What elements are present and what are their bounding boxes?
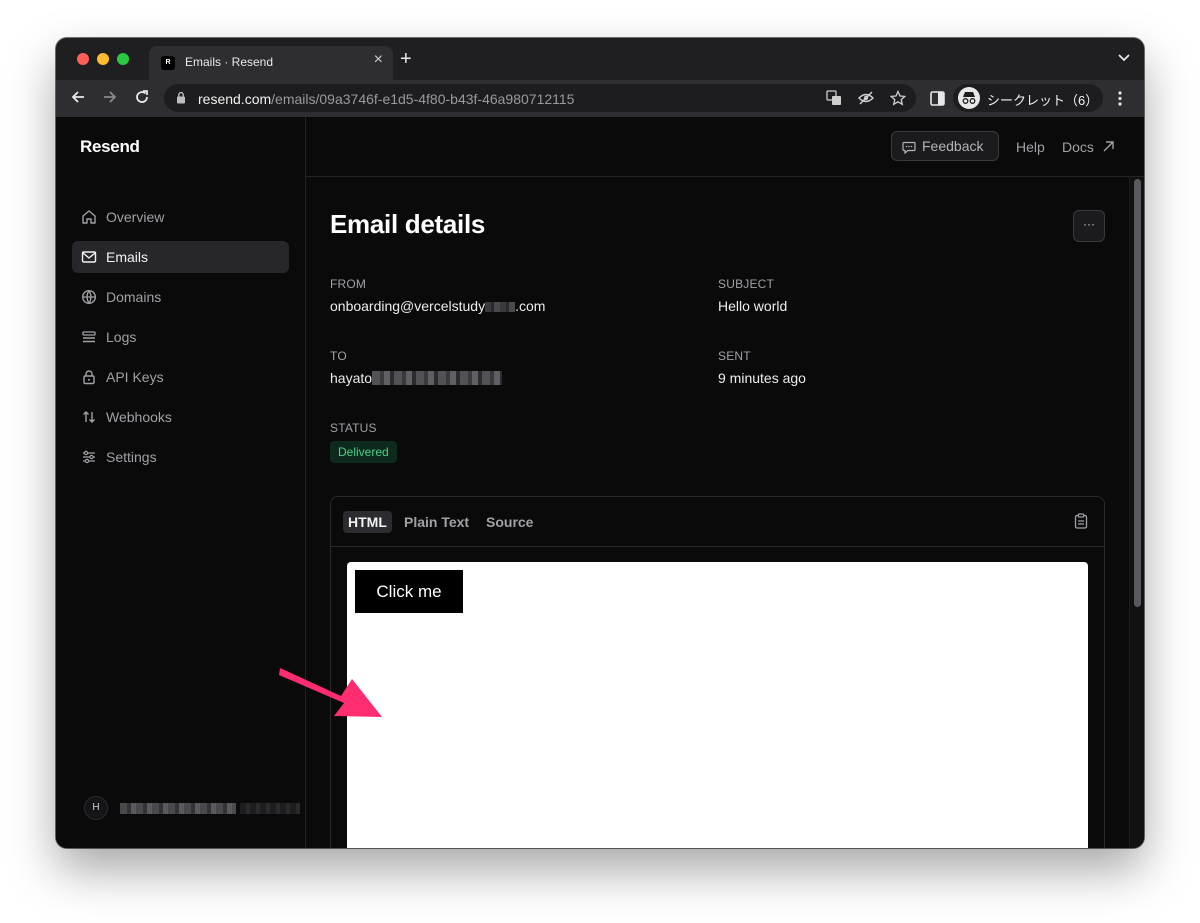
home-icon xyxy=(82,210,96,224)
lock-icon xyxy=(177,91,185,104)
more-options-button[interactable]: ··· xyxy=(1073,210,1105,242)
sidebar-item-label: Settings xyxy=(106,449,157,465)
sidebar-item-label: Domains xyxy=(106,289,162,305)
feedback-label: Feedback xyxy=(922,138,984,154)
star-icon[interactable] xyxy=(890,90,906,106)
reload-icon[interactable] xyxy=(134,89,150,105)
scrollbar[interactable] xyxy=(1129,177,1144,848)
browser-window: R Emails · Resend × + resend.com/emails/… xyxy=(56,38,1144,848)
feedback-button[interactable]: Feedback xyxy=(891,131,999,161)
sliders-icon xyxy=(83,450,95,464)
new-tab-icon[interactable]: + xyxy=(400,49,412,69)
scrollbar-thumb[interactable] xyxy=(1134,179,1141,607)
forward-arrow-icon[interactable] xyxy=(102,89,118,105)
redacted-text xyxy=(485,302,516,312)
arrows-updown-icon xyxy=(83,411,95,423)
address-bar[interactable]: resend.com/emails/09a3746f-e1d5-4f80-b43… xyxy=(164,84,916,112)
to-label: TO xyxy=(330,349,347,363)
incognito-icon xyxy=(958,87,980,109)
sidebar-item-label: Emails xyxy=(106,249,149,265)
lock-icon xyxy=(83,370,95,385)
sent-value: 9 minutes ago xyxy=(718,370,806,386)
sidebar-item-logs[interactable]: Logs xyxy=(72,321,289,353)
annotation-arrow-icon xyxy=(279,668,382,717)
resend-logo[interactable]: Resend xyxy=(80,137,140,157)
incognito-label: シークレット（6） xyxy=(987,93,1099,108)
help-link[interactable]: Help xyxy=(1016,139,1045,155)
status-label: STATUS xyxy=(330,421,377,435)
status-badge: Delivered xyxy=(330,441,397,463)
subject-value: Hello world xyxy=(718,298,788,314)
external-link-icon xyxy=(1103,141,1114,152)
from-value-suffix: .com xyxy=(515,298,546,314)
preview-tabs: HTML Plain Text Source xyxy=(331,497,1104,547)
redacted-text xyxy=(372,371,503,385)
chevron-down-icon[interactable] xyxy=(1118,54,1130,62)
sidebar-item-label: Webhooks xyxy=(106,409,172,425)
docs-label: Docs xyxy=(1062,139,1094,155)
sidebar: Resend Overview Emails Domains Logs API … xyxy=(56,117,306,848)
minimize-window-button[interactable] xyxy=(97,53,109,65)
subject-label: SUBJECT xyxy=(718,277,775,291)
email-html-preview: Click me xyxy=(347,562,1088,848)
eye-off-icon[interactable] xyxy=(858,90,874,106)
logs-icon xyxy=(82,331,96,343)
sidebar-item-label: Overview xyxy=(106,209,165,225)
tab-source[interactable]: Source xyxy=(481,511,538,533)
sidebar-item-label: API Keys xyxy=(106,369,164,385)
browser-menu-icon[interactable] xyxy=(1118,91,1122,106)
sidebar-item-api-keys[interactable]: API Keys xyxy=(72,361,289,393)
account-menu[interactable]: H xyxy=(84,796,300,820)
sidebar-item-settings[interactable]: Settings xyxy=(72,441,289,473)
browser-toolbar: resend.com/emails/09a3746f-e1d5-4f80-b43… xyxy=(56,80,1144,117)
tab-html[interactable]: HTML xyxy=(343,511,392,533)
to-value: hayato xyxy=(330,370,503,386)
from-label: FROM xyxy=(330,277,367,291)
resend-app: Resend Overview Emails Domains Logs API … xyxy=(56,117,1144,848)
to-value-prefix: hayato xyxy=(330,370,373,386)
tab-bar: R Emails · Resend × + xyxy=(56,38,1144,80)
main-panel: Feedback Help Docs Email details ··· FRO… xyxy=(306,117,1144,848)
from-value: onboarding@vercelstudy .com xyxy=(330,298,545,314)
sidebar-item-emails[interactable]: Emails xyxy=(72,241,289,273)
incognito-profile-button[interactable]: シークレット（6） xyxy=(953,84,1103,112)
side-panel-icon[interactable] xyxy=(930,91,945,106)
redacted-account-name xyxy=(120,803,236,814)
click-me-button[interactable]: Click me xyxy=(355,570,463,613)
page-title: Email details xyxy=(330,209,486,239)
url-path: /emails/09a3746f-e1d5-4f80-b43f-46a98071… xyxy=(271,91,575,107)
close-window-button[interactable] xyxy=(77,53,89,65)
zoom-window-button[interactable] xyxy=(117,53,129,65)
mail-icon xyxy=(81,251,97,263)
sent-label: SENT xyxy=(718,349,751,363)
globe-icon xyxy=(81,289,97,305)
sidebar-item-label: Logs xyxy=(106,329,137,345)
back-arrow-icon[interactable] xyxy=(70,89,86,105)
translate-icon[interactable] xyxy=(826,90,842,106)
email-preview-card: HTML Plain Text Source Click me xyxy=(330,496,1105,848)
sidebar-item-overview[interactable]: Overview xyxy=(72,201,289,233)
sidebar-item-webhooks[interactable]: Webhooks xyxy=(72,401,289,433)
email-detail-content: Email details ··· FROM onboarding@vercel… xyxy=(330,177,1120,848)
docs-link[interactable]: Docs xyxy=(1062,139,1114,155)
sidebar-item-domains[interactable]: Domains xyxy=(72,281,289,313)
resend-favicon-icon: R xyxy=(161,56,175,70)
url-text: resend.com/emails/09a3746f-e1d5-4f80-b43… xyxy=(198,91,574,107)
redacted-account-email xyxy=(240,803,300,814)
top-bar: Feedback Help Docs xyxy=(306,117,1144,177)
chat-bubble-icon xyxy=(902,141,916,154)
browser-tab[interactable]: R Emails · Resend × xyxy=(149,46,393,80)
tab-title: Emails · Resend xyxy=(185,55,274,69)
avatar: H xyxy=(84,796,108,820)
clipboard-icon[interactable] xyxy=(1074,513,1088,529)
tab-plain-text[interactable]: Plain Text xyxy=(399,511,474,533)
close-tab-icon[interactable]: × xyxy=(374,51,383,69)
from-value-prefix: onboarding@vercelstudy xyxy=(330,298,486,314)
url-host: resend.com xyxy=(198,91,272,107)
